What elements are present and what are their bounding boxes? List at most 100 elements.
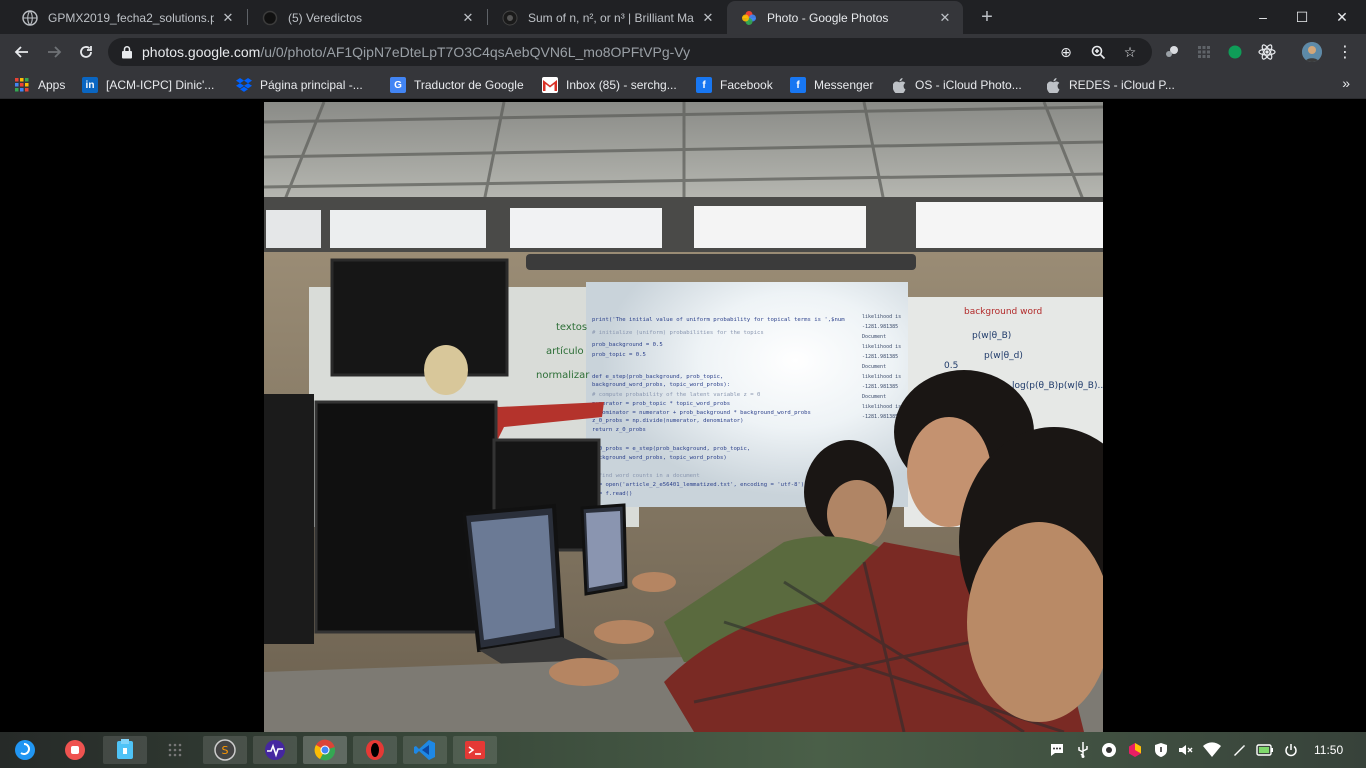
chat-bubble-icon[interactable] xyxy=(1048,741,1066,759)
ubuntu-hex-icon[interactable] xyxy=(1126,741,1144,759)
vscode-icon[interactable] xyxy=(403,736,447,764)
terminal-icon[interactable] xyxy=(453,736,497,764)
tab-close-icon[interactable]: ✕ xyxy=(220,10,236,26)
clock[interactable]: 11:50 xyxy=(1314,743,1343,757)
note: p(w|θ_d) xyxy=(984,351,1023,361)
bookmark-inbox[interactable]: Inbox (85) - serchg... xyxy=(542,76,677,94)
activity-monitor-icon[interactable] xyxy=(253,736,297,764)
classroom-scene-illustration: print('The initial value of uniform prob… xyxy=(264,102,1103,732)
note: p(w|θ_B) xyxy=(972,331,1011,341)
forward-button[interactable] xyxy=(42,40,66,64)
code-line: def e_step(prob_background, prob_topic, xyxy=(592,374,723,380)
lock-icon xyxy=(122,45,132,59)
output-line: Document xyxy=(862,364,886,370)
react-atom-icon[interactable] xyxy=(1258,43,1276,61)
gamepad-icon[interactable] xyxy=(1100,741,1118,759)
screen-recorder-icon[interactable] xyxy=(53,736,97,764)
reload-button[interactable] xyxy=(74,40,98,64)
profile-avatar[interactable] xyxy=(1302,42,1322,62)
output-line: likelihood is xyxy=(862,344,901,350)
add-circle-icon[interactable]: ⊕ xyxy=(1058,44,1074,60)
bookmark-messenger[interactable]: f Messenger xyxy=(790,76,873,94)
browser-toolbar: photos.google.com/u/0/photo/AF1QipN7eDte… xyxy=(0,34,1366,70)
code-line: f = open('article_2_e56401_lemmatized.tx… xyxy=(592,482,804,488)
globe-icon xyxy=(22,9,38,26)
tab-strip: GPMX2019_fecha2_solutions.p ✕ (5) Veredi… xyxy=(0,0,1366,34)
code-line: background_word_probs, topic_word_probs)… xyxy=(592,382,730,388)
url-host: photos.google.com xyxy=(142,44,261,60)
stylus-icon[interactable] xyxy=(1230,741,1248,759)
chrome-icon[interactable] xyxy=(303,736,347,764)
bookmark-acm-icpc[interactable]: in [ACM-ICPC] Dinic'... xyxy=(82,76,214,94)
tab-brilliant[interactable]: Sum of n, n², or n³ | Brilliant Math ✕ xyxy=(488,1,726,34)
volume-muted-icon[interactable] xyxy=(1176,741,1194,759)
tab-close-icon[interactable]: ✕ xyxy=(700,10,716,26)
grid-extension-icon[interactable] xyxy=(1195,43,1213,61)
url-text: photos.google.com/u/0/photo/AF1QipN7eDte… xyxy=(142,44,690,60)
bookmark-star-icon[interactable]: ☆ xyxy=(1122,44,1138,60)
extension-puzzle-icon[interactable] xyxy=(1163,43,1181,61)
grid-icon[interactable] xyxy=(153,736,197,764)
tab-google-photos[interactable]: Photo - Google Photos ✕ xyxy=(727,1,963,34)
tab-close-icon[interactable]: ✕ xyxy=(460,10,476,26)
zoom-icon[interactable] xyxy=(1090,44,1106,60)
sublime-icon[interactable]: S xyxy=(203,736,247,764)
code-line: # compute probability of the latent vari… xyxy=(592,392,760,398)
bookmarks-overflow-button[interactable]: » xyxy=(1342,75,1350,91)
wifi-icon[interactable] xyxy=(1203,741,1221,759)
bookmark-label: Facebook xyxy=(720,78,773,92)
bookmark-pagina-principal[interactable]: Página principal -... xyxy=(236,76,363,94)
minimize-button[interactable]: – xyxy=(1252,6,1274,28)
facebook-icon: f xyxy=(696,77,712,93)
gmail-icon xyxy=(542,77,558,93)
bookmark-os-icloud[interactable]: OS - iCloud Photo... xyxy=(891,76,1022,94)
output-line: -1281.981385 xyxy=(862,384,898,390)
new-tab-button[interactable]: + xyxy=(976,6,998,28)
tab-close-icon[interactable]: ✕ xyxy=(937,10,953,26)
code-line: z_0_probs = e_step(prob_background, prob… xyxy=(592,446,750,452)
code-line: # initialize (uniform) probabilities for… xyxy=(592,330,764,336)
launcher-icon[interactable] xyxy=(3,736,47,764)
output-line: -1281.981385 xyxy=(862,414,898,420)
close-window-button[interactable]: ✕ xyxy=(1331,6,1353,28)
bookmark-facebook[interactable]: f Facebook xyxy=(696,76,773,94)
code-line: return z_0_probs xyxy=(592,427,646,433)
output-line: -1281.981385 xyxy=(862,354,898,360)
green-leaf-icon[interactable] xyxy=(1226,43,1244,61)
bookmark-label: Messenger xyxy=(814,78,874,92)
code-line: print('The initial value of uniform prob… xyxy=(592,317,845,323)
arrow-left-icon xyxy=(14,46,28,58)
bookmark-apps[interactable]: Apps xyxy=(14,76,65,94)
code-line: prob_topic = 0.5 xyxy=(592,352,646,358)
usb-icon[interactable] xyxy=(1074,741,1092,759)
note: log(p(θ_B)p(w|θ_B)...) xyxy=(1012,381,1103,391)
tab-veredictos[interactable]: (5) Veredictos ✕ xyxy=(248,1,486,34)
classroom-photo[interactable]: print('The initial value of uniform prob… xyxy=(264,102,1103,732)
maximize-button[interactable]: ☐ xyxy=(1291,6,1313,28)
google-translate-icon: G xyxy=(390,77,406,93)
bookmark-redes-icloud[interactable]: REDES - iCloud P... xyxy=(1045,76,1175,94)
bookmark-label: [ACM-ICPC] Dinic'... xyxy=(106,78,215,92)
output-line: -1281.981385 xyxy=(862,324,898,330)
note: normalizar xyxy=(536,370,590,381)
bookmark-label: Apps xyxy=(38,78,66,92)
bookmark-traductor[interactable]: G Traductor de Google xyxy=(390,76,524,94)
battery-icon[interactable] xyxy=(1256,741,1274,759)
shield-icon[interactable] xyxy=(1152,741,1170,759)
note: artículo xyxy=(546,345,584,357)
files-icon[interactable] xyxy=(103,736,147,764)
tab-gpmx-solutions[interactable]: GPMX2019_fecha2_solutions.p ✕ xyxy=(8,1,246,34)
bookmark-label: REDES - iCloud P... xyxy=(1069,78,1175,92)
arrow-right-icon xyxy=(48,46,62,58)
photo-viewer: print('The initial value of uniform prob… xyxy=(0,100,1366,732)
address-bar[interactable]: photos.google.com/u/0/photo/AF1QipN7eDte… xyxy=(108,38,1152,66)
kebab-menu-icon[interactable]: ⋮ xyxy=(1336,43,1354,61)
code-line: background_word_probs, topic_word_probs) xyxy=(592,455,727,461)
power-icon[interactable] xyxy=(1282,741,1300,759)
back-button[interactable] xyxy=(10,40,34,64)
bookmark-label: Página principal -... xyxy=(260,78,363,92)
url-path: /u/0/photo/AF1QipN7eDteLpT7O3C4qsAebQVN6… xyxy=(260,44,691,60)
opera-icon[interactable] xyxy=(353,736,397,764)
code-line: numerator = prob_topic * topic_word_prob… xyxy=(592,401,730,407)
code-line: # find word counts in a document xyxy=(592,473,700,479)
